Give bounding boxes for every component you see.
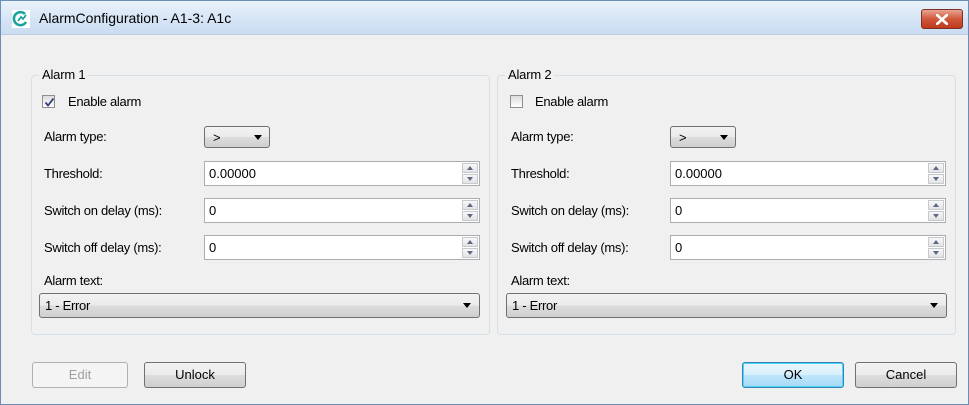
- alarm2-alarm-text-value: 1 - Error: [512, 298, 557, 313]
- alarm2-threshold-input[interactable]: 0.00000: [670, 161, 946, 186]
- alarm2-enable-label[interactable]: Enable alarm: [535, 94, 608, 109]
- spin-down-icon: [467, 214, 473, 218]
- alarm1-group: Alarm 1 Enable alarm Alarm type: > Thres…: [31, 67, 490, 335]
- spin-down-button[interactable]: [928, 248, 944, 258]
- window-title: AlarmConfiguration - A1-3: A1c: [39, 10, 232, 26]
- chevron-down-icon: [254, 135, 262, 140]
- spin-up-button[interactable]: [462, 163, 478, 173]
- alarm2-alarm-type-select[interactable]: >: [670, 126, 736, 148]
- spin-up-icon: [933, 166, 939, 170]
- spin-up-button[interactable]: [928, 237, 944, 247]
- alarm1-enable-checkbox[interactable]: [42, 95, 55, 108]
- ok-button[interactable]: OK: [742, 362, 844, 388]
- spin-up-button[interactable]: [928, 200, 944, 210]
- alarm1-switch-off-label: Switch off delay (ms):: [44, 240, 162, 255]
- close-button[interactable]: [921, 9, 963, 29]
- spin-down-icon: [933, 214, 939, 218]
- spinner-buttons: [928, 200, 944, 221]
- spin-down-icon: [933, 251, 939, 255]
- alarm2-enable-checkbox[interactable]: [510, 95, 523, 108]
- chevron-down-icon: [463, 303, 471, 308]
- alarm2-alarm-text-label: Alarm text:: [511, 273, 570, 288]
- edit-button[interactable]: Edit: [32, 362, 128, 388]
- checkmark-icon: [44, 97, 55, 107]
- spin-up-icon: [467, 166, 473, 170]
- chevron-down-icon: [720, 135, 728, 140]
- spin-down-button[interactable]: [462, 248, 478, 258]
- spin-up-button[interactable]: [462, 200, 478, 210]
- spin-down-icon: [467, 251, 473, 255]
- spin-down-button[interactable]: [462, 174, 478, 184]
- alarm2-threshold-label: Threshold:: [511, 166, 570, 181]
- alarm1-alarm-text-label: Alarm text:: [44, 273, 103, 288]
- spin-up-button[interactable]: [462, 237, 478, 247]
- alarm1-switch-off-value: 0: [209, 240, 217, 255]
- alarm1-switch-on-value: 0: [209, 203, 217, 218]
- spin-up-icon: [933, 240, 939, 244]
- alarm1-alarm-type-label: Alarm type:: [44, 129, 107, 144]
- spin-down-button[interactable]: [462, 211, 478, 221]
- alarm1-alarm-type-select[interactable]: >: [204, 126, 270, 148]
- spin-up-button[interactable]: [928, 163, 944, 173]
- alarm2-switch-on-input[interactable]: 0: [670, 198, 946, 223]
- spinner-buttons: [462, 200, 478, 221]
- unlock-button[interactable]: Unlock: [144, 362, 246, 388]
- alarm1-switch-on-label: Switch on delay (ms):: [44, 203, 162, 218]
- alarm1-enable-label[interactable]: Enable alarm: [68, 94, 141, 109]
- alarm2-threshold-value: 0.00000: [675, 166, 722, 181]
- spin-down-button[interactable]: [928, 174, 944, 184]
- alarm2-switch-on-value: 0: [675, 203, 683, 218]
- alarm2-switch-off-input[interactable]: 0: [670, 235, 946, 260]
- alarm2-alarm-type-value: >: [679, 130, 687, 145]
- alarm1-threshold-label: Threshold:: [44, 166, 103, 181]
- alarm1-alarm-type-value: >: [213, 130, 221, 145]
- spinner-buttons: [462, 237, 478, 258]
- spin-up-icon: [467, 203, 473, 207]
- cancel-button[interactable]: Cancel: [855, 362, 957, 388]
- alarm1-threshold-input[interactable]: 0.00000: [204, 161, 480, 186]
- spinner-buttons: [928, 163, 944, 184]
- alarm2-group: Alarm 2 Enable alarm Alarm type: > Thres…: [497, 67, 956, 335]
- alarm1-switch-on-input[interactable]: 0: [204, 198, 480, 223]
- alarm2-alarm-text-select[interactable]: 1 - Error: [506, 293, 947, 318]
- spin-down-icon: [933, 177, 939, 181]
- alarm2-switch-on-label: Switch on delay (ms):: [511, 203, 629, 218]
- alarm1-alarm-text-select[interactable]: 1 - Error: [39, 293, 480, 318]
- app-logo-icon: [12, 10, 30, 28]
- alarm2-alarm-type-label: Alarm type:: [511, 129, 574, 144]
- alarm-configuration-dialog: AlarmConfiguration - A1-3: A1c Alarm 1 E…: [0, 0, 969, 405]
- spin-down-icon: [467, 177, 473, 181]
- alarm1-alarm-text-value: 1 - Error: [45, 298, 90, 313]
- alarm2-switch-off-label: Switch off delay (ms):: [511, 240, 629, 255]
- spinner-buttons: [928, 237, 944, 258]
- alarm1-switch-off-input[interactable]: 0: [204, 235, 480, 260]
- spin-up-icon: [933, 203, 939, 207]
- alarm2-switch-off-value: 0: [675, 240, 683, 255]
- spinner-buttons: [462, 163, 478, 184]
- alarm2-legend: Alarm 2: [505, 67, 555, 82]
- alarm1-threshold-value: 0.00000: [209, 166, 256, 181]
- alarm1-legend: Alarm 1: [39, 67, 89, 82]
- close-icon: [936, 14, 948, 25]
- chevron-down-icon: [930, 303, 938, 308]
- spin-up-icon: [467, 240, 473, 244]
- spin-down-button[interactable]: [928, 211, 944, 221]
- title-bar[interactable]: AlarmConfiguration - A1-3: A1c: [1, 1, 968, 35]
